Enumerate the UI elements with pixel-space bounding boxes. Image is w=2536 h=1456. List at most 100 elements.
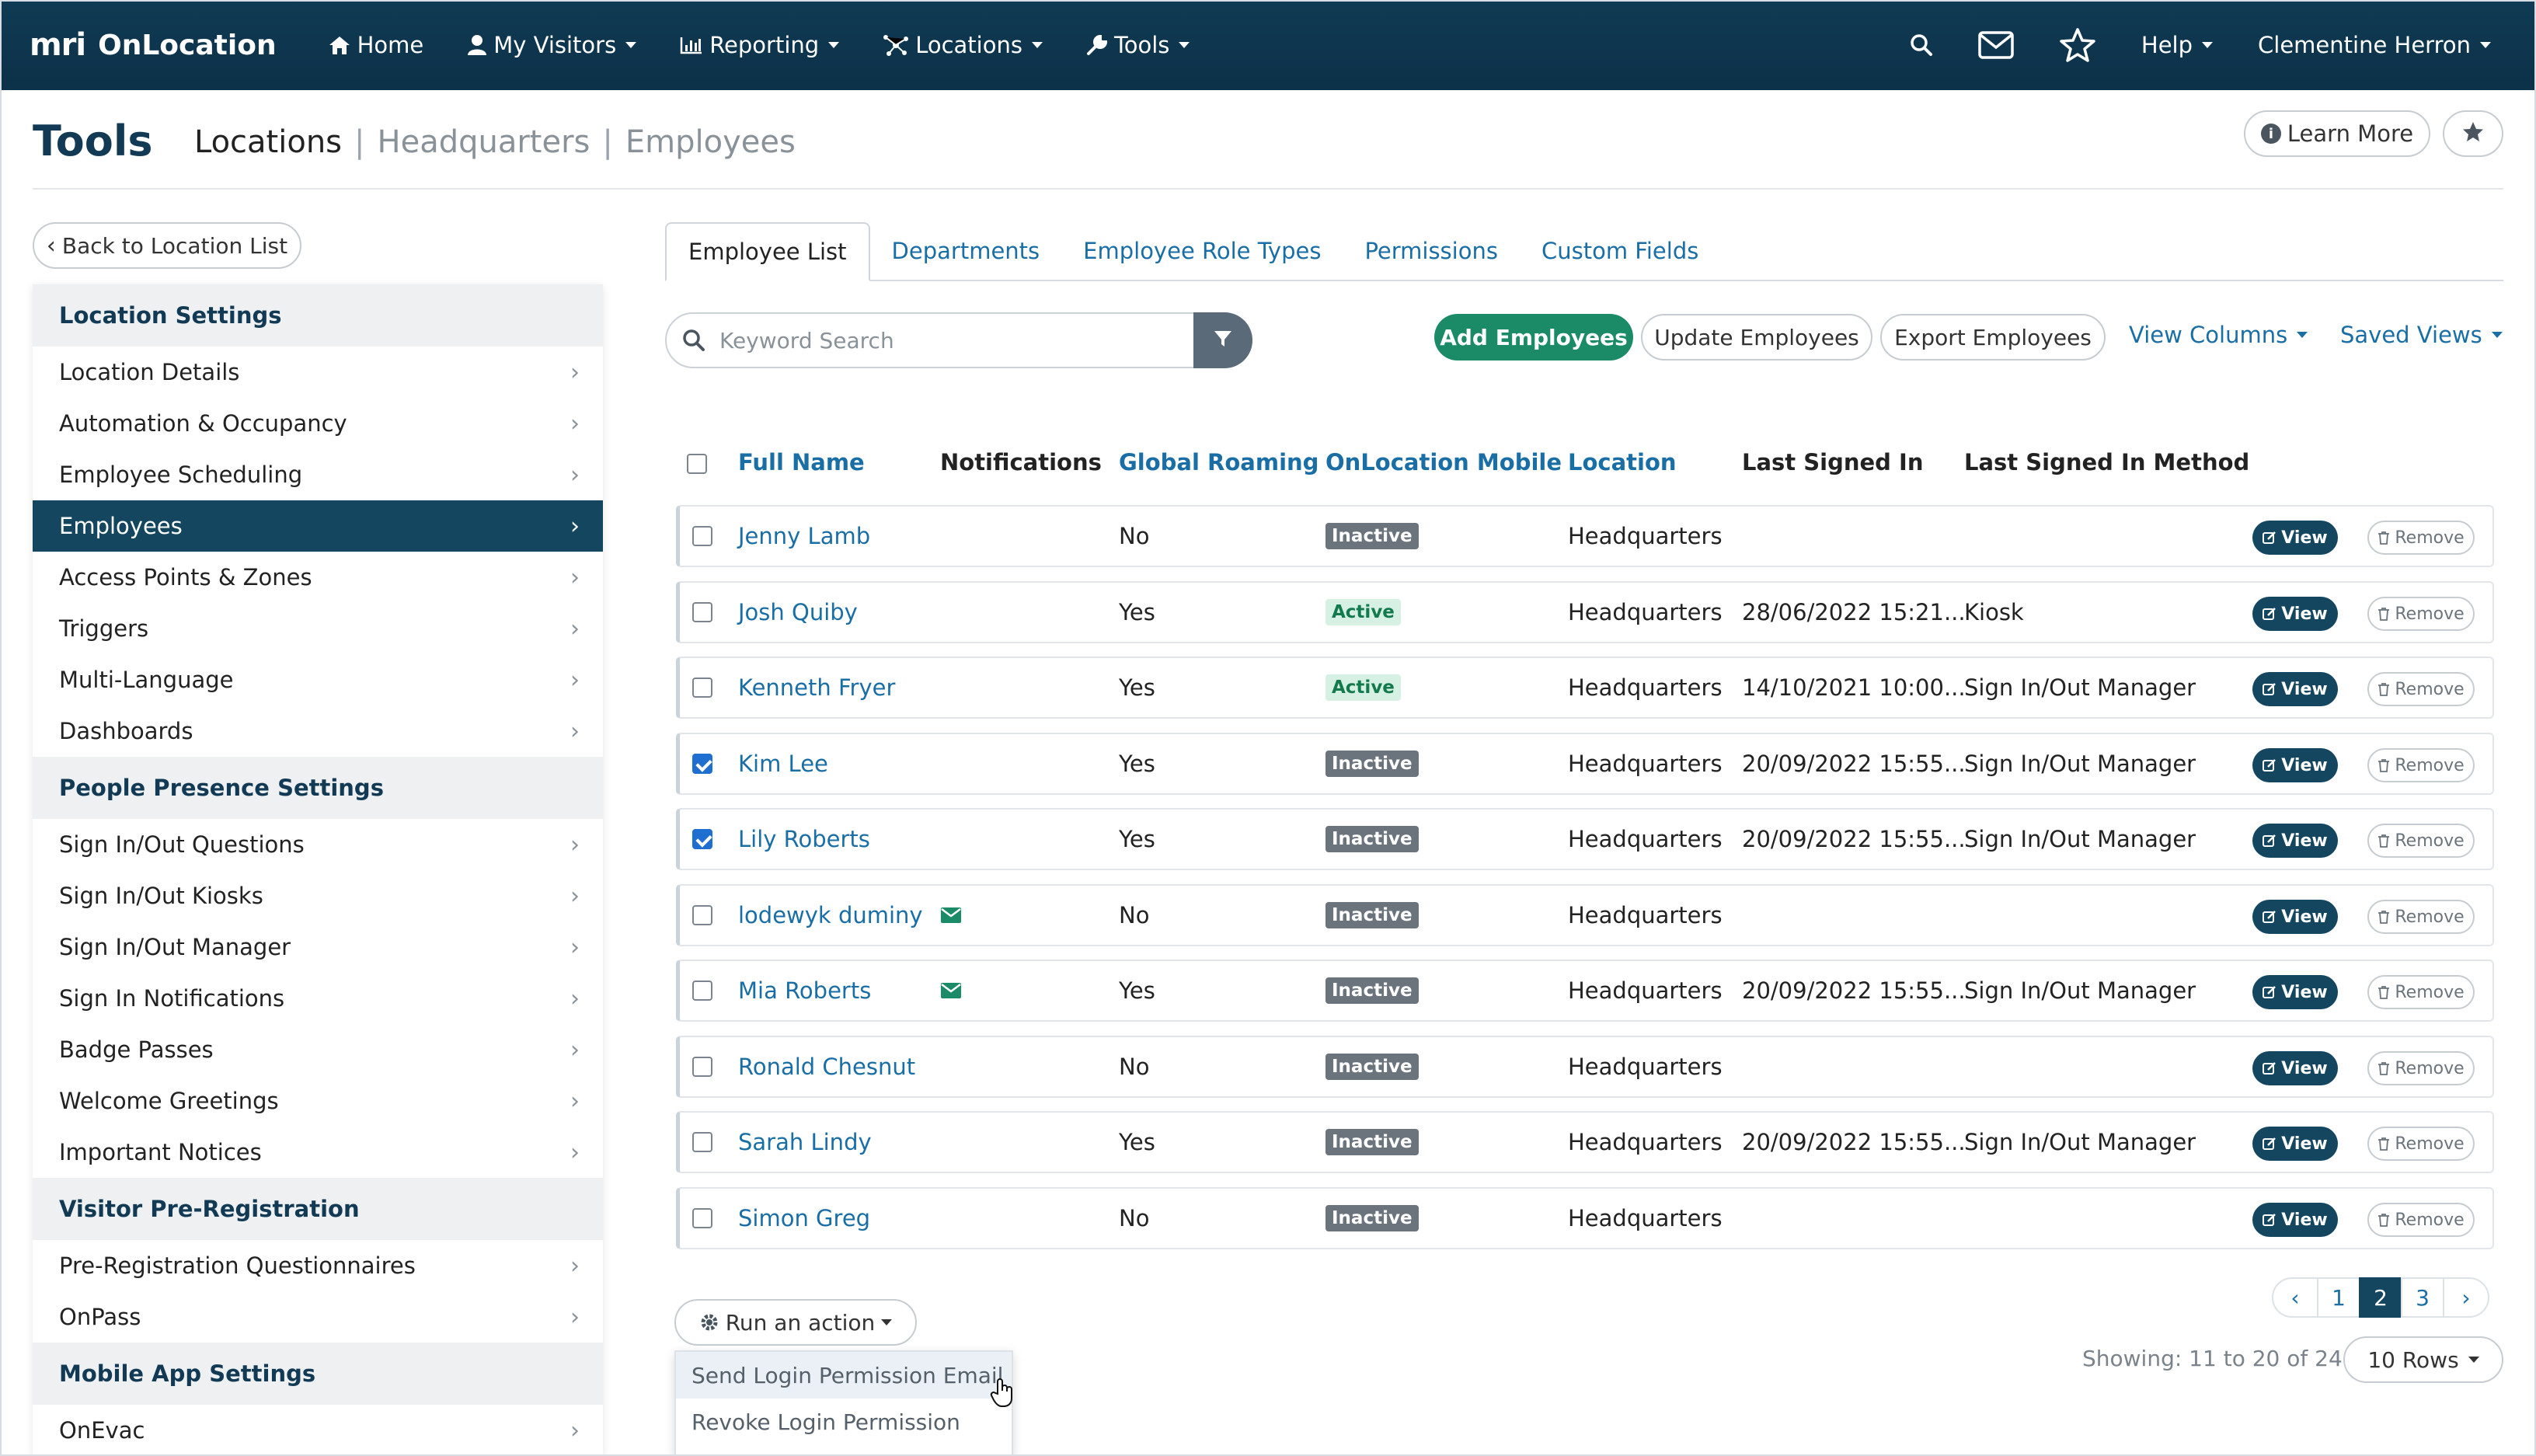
row-checkbox[interactable] <box>692 1132 712 1152</box>
view-button[interactable]: View <box>2252 521 2338 555</box>
sidebar-item-triggers[interactable]: Triggers › <box>33 603 603 654</box>
search-icon[interactable] <box>1910 33 1933 57</box>
view-button[interactable]: View <box>2252 824 2338 858</box>
row-checkbox[interactable] <box>692 1208 712 1228</box>
sidebar-item-automation-occupancy[interactable]: Automation & Occupancy › <box>33 398 603 449</box>
learn-more-button[interactable]: i Learn More <box>2244 110 2430 157</box>
column-global-roaming[interactable]: Global Roaming <box>1119 449 1319 475</box>
column-full-name[interactable]: Full Name <box>738 449 865 475</box>
next-page-button[interactable]: › <box>2443 1277 2489 1318</box>
menu-item-revoke-login-permission[interactable]: Revoke Login Permission <box>676 1399 1012 1445</box>
sidebar-item-access-points-zones[interactable]: Access Points & Zones › <box>33 552 603 603</box>
sidebar-item-sign-in-out-manager[interactable]: Sign In/Out Manager › <box>33 921 603 973</box>
column-location[interactable]: Location <box>1568 449 1677 475</box>
page-2-button[interactable]: 2 <box>2359 1277 2402 1318</box>
sidebar-item-sign-in-notifications[interactable]: Sign In Notifications › <box>33 973 603 1024</box>
sidebar-item-welcome-greetings[interactable]: Welcome Greetings › <box>33 1075 603 1127</box>
view-button[interactable]: View <box>2252 900 2338 934</box>
column-onlocation-mobile[interactable]: OnLocation Mobile <box>1325 449 1562 475</box>
back-to-location-list-button[interactable]: ‹ Back to Location List <box>33 222 301 269</box>
nav-tools[interactable]: Tools <box>1086 32 1190 58</box>
sidebar-item-sign-in-out-questions[interactable]: Sign In/Out Questions › <box>33 819 603 870</box>
row-checkbox[interactable] <box>692 754 712 774</box>
row-checkbox[interactable] <box>692 1057 712 1077</box>
remove-button[interactable]: Remove <box>2367 597 2475 631</box>
view-button[interactable]: View <box>2252 748 2338 782</box>
remove-button[interactable]: Remove <box>2367 748 2475 782</box>
saved-views-dropdown[interactable]: Saved Views <box>2340 322 2503 348</box>
employee-name-link[interactable]: Kenneth Fryer <box>738 658 895 717</box>
prev-page-button[interactable]: ‹ <box>2272 1277 2318 1318</box>
export-employees-button[interactable]: Export Employees <box>1880 314 2106 361</box>
star-icon[interactable] <box>2059 27 2096 63</box>
employee-name-link[interactable]: lodewyk duminy <box>738 886 923 945</box>
employee-name-link[interactable]: Mia Roberts <box>738 961 871 1020</box>
nav-help[interactable]: Help <box>2141 32 2214 58</box>
row-checkbox[interactable] <box>692 677 712 698</box>
sidebar-item-multi-language[interactable]: Multi-Language › <box>33 654 603 705</box>
sidebar-item-pre-registration-questionnaires[interactable]: Pre-Registration Questionnaires › <box>33 1240 603 1291</box>
search-input[interactable] <box>719 327 1155 354</box>
row-checkbox[interactable] <box>692 602 712 622</box>
update-employees-button[interactable]: Update Employees <box>1641 314 1872 361</box>
sidebar-item-onevac[interactable]: OnEvac › <box>33 1405 603 1456</box>
filter-button[interactable] <box>1193 312 1252 368</box>
remove-button[interactable]: Remove <box>2367 672 2475 706</box>
last-signed-in-method-value: Sign In/Out Manager <box>1964 826 2196 852</box>
sidebar-item-sign-in-out-kiosks[interactable]: Sign In/Out Kiosks › <box>33 870 603 921</box>
employee-name-link[interactable]: Simon Greg <box>738 1189 870 1248</box>
nav-reporting[interactable]: Reporting <box>680 32 840 58</box>
row-checkbox[interactable] <box>692 526 712 546</box>
mail-icon[interactable] <box>1978 31 2014 59</box>
nav-home[interactable]: Home <box>328 32 423 58</box>
sidebar-item-employee-scheduling[interactable]: Employee Scheduling › <box>33 449 603 500</box>
menu-item-send-login-permission-email[interactable]: Send Login Permission Email <box>676 1352 1012 1399</box>
remove-button[interactable]: Remove <box>2367 1051 2475 1085</box>
sidebar-item-employees[interactable]: Employees › <box>33 500 603 552</box>
row-checkbox[interactable] <box>692 829 712 849</box>
nav-my-visitors[interactable]: My Visitors <box>467 32 637 58</box>
employee-name-link[interactable]: Kim Lee <box>738 734 828 793</box>
tab-departments[interactable]: Departments <box>870 222 1062 280</box>
view-button[interactable]: View <box>2252 975 2338 1009</box>
select-all-checkbox[interactable] <box>687 454 707 474</box>
rows-per-page-dropdown[interactable]: 10 Rows <box>2343 1336 2503 1383</box>
employee-name-link[interactable]: Josh Quiby <box>738 583 858 642</box>
chevron-right-icon: › <box>570 666 580 694</box>
row-checkbox[interactable] <box>692 905 712 925</box>
nav-locations[interactable]: Locations <box>883 32 1043 58</box>
view-button[interactable]: View <box>2252 597 2338 631</box>
sidebar-item-dashboards[interactable]: Dashboards › <box>33 705 603 757</box>
sidebar-item-location-details[interactable]: Location Details › <box>33 347 603 398</box>
employee-name-link[interactable]: Ronald Chesnut <box>738 1037 915 1096</box>
remove-button[interactable]: Remove <box>2367 521 2475 555</box>
sidebar-item-important-notices[interactable]: Important Notices › <box>33 1127 603 1178</box>
employee-name-link[interactable]: Lily Roberts <box>738 810 870 869</box>
remove-button[interactable]: Remove <box>2367 1203 2475 1237</box>
view-button[interactable]: View <box>2252 672 2338 706</box>
sidebar-item-badge-passes[interactable]: Badge Passes › <box>33 1024 603 1075</box>
tab-custom-fields[interactable]: Custom Fields <box>1520 222 1720 280</box>
remove-button[interactable]: Remove <box>2367 824 2475 858</box>
tab-employee-role-types[interactable]: Employee Role Types <box>1061 222 1343 280</box>
user-menu[interactable]: Clementine Herron <box>2258 32 2491 58</box>
page-1-button[interactable]: 1 <box>2317 1277 2360 1318</box>
employee-name-link[interactable]: Jenny Lamb <box>738 507 870 566</box>
view-button[interactable]: View <box>2252 1051 2338 1085</box>
run-action-button[interactable]: Run an action <box>674 1299 917 1346</box>
row-checkbox[interactable] <box>692 981 712 1001</box>
employee-name-link[interactable]: Sarah Lindy <box>738 1113 872 1172</box>
tab-employee-list[interactable]: Employee List <box>665 222 870 281</box>
remove-button[interactable]: Remove <box>2367 1127 2475 1161</box>
view-columns-dropdown[interactable]: View Columns <box>2129 322 2308 348</box>
brand[interactable]: mri OnLocation <box>30 0 277 90</box>
favorite-button[interactable] <box>2443 110 2503 157</box>
view-button[interactable]: View <box>2252 1127 2338 1161</box>
page-3-button[interactable]: 3 <box>2401 1277 2444 1318</box>
remove-button[interactable]: Remove <box>2367 900 2475 934</box>
add-employees-button[interactable]: Add Employees <box>1434 314 1633 361</box>
tab-permissions[interactable]: Permissions <box>1343 222 1520 280</box>
sidebar-item-onpass[interactable]: OnPass › <box>33 1291 603 1343</box>
view-button[interactable]: View <box>2252 1203 2338 1237</box>
remove-button[interactable]: Remove <box>2367 975 2475 1009</box>
